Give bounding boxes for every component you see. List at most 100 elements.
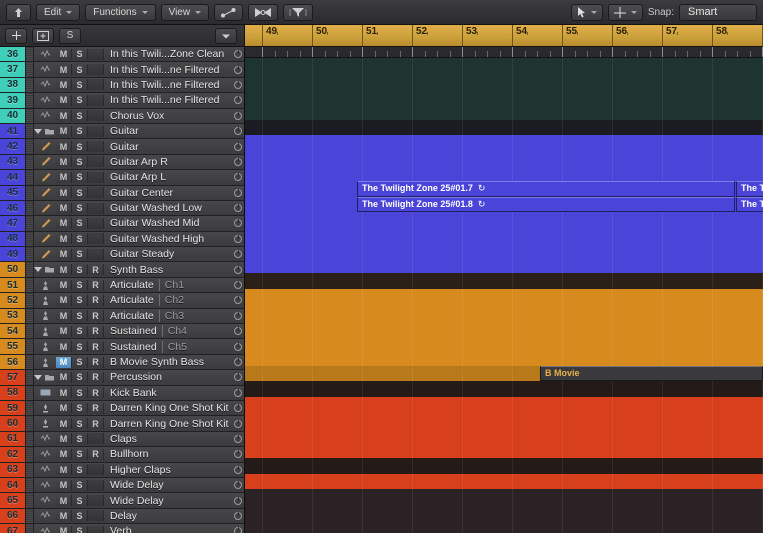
solo-button[interactable]: S bbox=[72, 94, 88, 106]
track-drag-handle[interactable] bbox=[26, 123, 34, 139]
track-name[interactable]: Wide Delay bbox=[104, 495, 231, 507]
track-header-row[interactable]: 67 MSR Verb bbox=[0, 524, 244, 533]
mute-button[interactable]: M bbox=[56, 171, 72, 183]
mute-button[interactable]: M bbox=[56, 341, 72, 353]
add-track-button[interactable] bbox=[5, 27, 27, 44]
track-volume-knob[interactable] bbox=[231, 432, 244, 446]
track-lane[interactable] bbox=[245, 304, 763, 320]
solo-button[interactable]: S bbox=[72, 125, 88, 137]
track-name[interactable]: Guitar Center bbox=[104, 187, 231, 199]
track-volume-knob[interactable] bbox=[231, 186, 244, 200]
track-drag-handle[interactable] bbox=[26, 508, 34, 524]
track-lane[interactable] bbox=[245, 58, 763, 74]
mute-button[interactable]: M bbox=[56, 94, 72, 106]
track-disclosure[interactable] bbox=[34, 355, 56, 369]
track-volume-knob[interactable] bbox=[231, 386, 244, 400]
track-header-row[interactable]: 62 M S R Bullhorn bbox=[0, 447, 244, 463]
track-lane[interactable] bbox=[245, 411, 763, 428]
track-drag-handle[interactable] bbox=[26, 293, 34, 308]
mute-button[interactable]: M bbox=[56, 156, 72, 168]
mute-button[interactable]: M bbox=[56, 233, 72, 245]
mute-button[interactable]: M bbox=[56, 479, 72, 491]
track-header-row[interactable]: 39 MSR In this Twili...ne Filtered bbox=[0, 93, 244, 109]
solo-button[interactable]: S bbox=[72, 264, 88, 276]
track-lane[interactable] bbox=[245, 319, 763, 336]
track-disclosure[interactable] bbox=[34, 386, 56, 400]
loop-icon[interactable]: ↻ bbox=[478, 183, 486, 193]
track-disclosure[interactable] bbox=[34, 62, 56, 76]
audio-region[interactable]: B Movie bbox=[540, 365, 763, 382]
track-volume-knob[interactable] bbox=[231, 62, 244, 76]
track-disclosure[interactable] bbox=[34, 401, 56, 415]
track-name[interactable]: Synth Bass bbox=[104, 264, 231, 276]
track-disclosure[interactable] bbox=[34, 78, 56, 92]
track-name[interactable]: Guitar bbox=[104, 141, 231, 153]
track-volume-knob[interactable] bbox=[231, 370, 244, 384]
audio-region[interactable]: The Twilight Zone 25#01.8 ↻ bbox=[357, 196, 735, 212]
track-volume-knob[interactable] bbox=[231, 509, 244, 523]
track-drag-handle[interactable] bbox=[26, 447, 34, 462]
track-drag-handle[interactable] bbox=[26, 200, 34, 216]
track-header-row[interactable]: 50 M S R Synth Bass bbox=[0, 262, 244, 278]
track-disclosure[interactable] bbox=[34, 216, 56, 230]
solo-button[interactable]: S bbox=[72, 402, 88, 414]
track-volume-knob[interactable] bbox=[231, 355, 244, 369]
solo-button[interactable]: S bbox=[72, 79, 88, 91]
view-menu[interactable]: View bbox=[160, 3, 210, 21]
solo-button[interactable]: S bbox=[72, 48, 88, 60]
solo-button[interactable]: S bbox=[72, 495, 88, 507]
track-name[interactable]: Articulate Ch3 bbox=[104, 309, 231, 322]
track-header-row[interactable]: 40 MSR Chorus Vox bbox=[0, 108, 244, 124]
track-name[interactable]: Bullhorn bbox=[104, 448, 231, 460]
track-volume-knob[interactable] bbox=[231, 232, 244, 246]
track-lane[interactable] bbox=[245, 442, 763, 459]
solo-button[interactable]: S bbox=[72, 356, 88, 368]
track-drag-handle[interactable] bbox=[26, 154, 34, 170]
track-header-row[interactable]: 65 MSR Wide Delay bbox=[0, 493, 244, 509]
track-drag-handle[interactable] bbox=[26, 62, 34, 77]
track-header-row[interactable]: 38 MSR In this Twili...ne Filtered bbox=[0, 77, 244, 94]
track-number[interactable]: 43 bbox=[0, 154, 26, 170]
mute-button[interactable]: M bbox=[56, 202, 72, 214]
track-number[interactable]: 55 bbox=[0, 339, 26, 354]
disclosure-triangle-icon[interactable] bbox=[34, 267, 42, 273]
track-name[interactable]: Darren King One Shot Kit bbox=[104, 418, 231, 430]
solo-button[interactable]: S bbox=[72, 464, 88, 476]
track-drag-handle[interactable] bbox=[26, 77, 34, 93]
track-disclosure[interactable] bbox=[34, 109, 56, 123]
track-drag-handle[interactable] bbox=[26, 47, 34, 62]
solo-button[interactable]: S bbox=[72, 171, 88, 183]
mute-button[interactable]: M bbox=[56, 402, 72, 414]
mute-button[interactable]: M bbox=[56, 294, 72, 306]
audio-region[interactable]: The Twilight Zone 25#01.7 ↻ bbox=[357, 181, 735, 197]
mute-button[interactable]: M bbox=[56, 356, 72, 368]
track-drag-handle[interactable] bbox=[26, 277, 34, 293]
pointer-tool-button[interactable] bbox=[570, 3, 603, 21]
solo-button[interactable]: S bbox=[72, 371, 88, 383]
mute-button[interactable]: M bbox=[56, 433, 72, 445]
track-disclosure[interactable] bbox=[34, 201, 56, 215]
solo-button[interactable]: S bbox=[72, 510, 88, 522]
solo-button[interactable]: S bbox=[72, 341, 88, 353]
record-enable-button[interactable]: R bbox=[88, 264, 104, 276]
track-volume-knob[interactable] bbox=[231, 309, 244, 323]
track-lane[interactable] bbox=[245, 242, 763, 259]
track-number[interactable]: 46 bbox=[0, 200, 26, 216]
track-drag-handle[interactable] bbox=[26, 385, 34, 400]
track-lane[interactable] bbox=[245, 381, 763, 397]
solo-button[interactable]: S bbox=[72, 418, 88, 430]
track-name[interactable]: Guitar Arp R bbox=[104, 156, 231, 168]
track-name[interactable]: Sustained Ch5 bbox=[104, 340, 231, 353]
track-header-row[interactable]: 36 MSR In this Twili...Zone Clean bbox=[0, 47, 244, 63]
track-header-row[interactable]: 49 MSR Guitar Steady bbox=[0, 247, 244, 263]
track-name[interactable]: In this Twili...Zone Clean bbox=[104, 48, 231, 60]
track-number[interactable]: 67 bbox=[0, 524, 26, 533]
arrange-area[interactable]: The Twilight Zone 25#01.7↻The Twilight Z… bbox=[245, 58, 763, 533]
mute-button[interactable]: M bbox=[56, 418, 72, 430]
solo-button[interactable]: S bbox=[72, 64, 88, 76]
record-enable-button[interactable]: R bbox=[88, 341, 104, 353]
track-name[interactable]: Higher Claps bbox=[104, 464, 231, 476]
track-header-row[interactable]: 46 MSR Guitar Washed Low bbox=[0, 200, 244, 217]
track-volume-knob[interactable] bbox=[231, 416, 244, 430]
track-disclosure[interactable] bbox=[34, 293, 56, 307]
